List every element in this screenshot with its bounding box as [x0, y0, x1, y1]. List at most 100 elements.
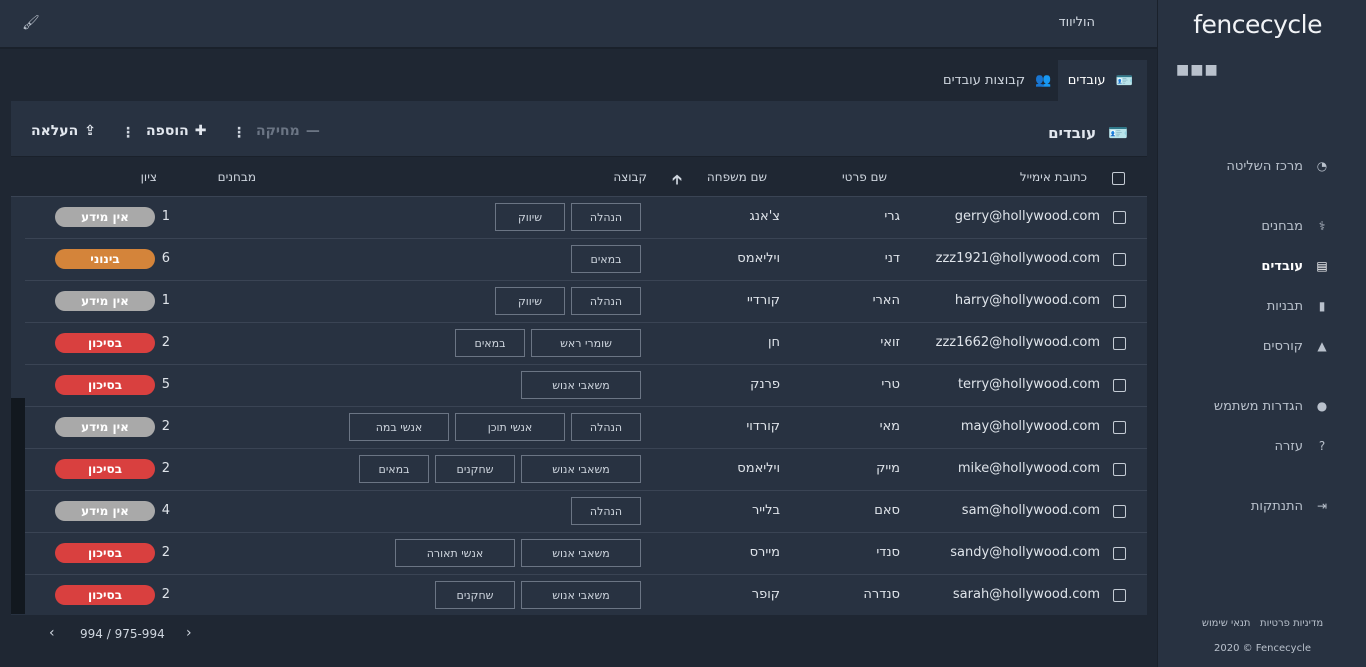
table-row[interactable]: gerry@hollywood.com גרי צ'אנג 1 הנהלה שיווק אי…	[25, 197, 1147, 239]
first-name-cell: מייק	[876, 461, 900, 476]
row-checkbox[interactable]	[1113, 589, 1126, 602]
group-tag[interactable]: שחקנים	[435, 581, 515, 609]
email-cell: harry@hollywood.com	[954, 293, 1100, 308]
row-checkbox[interactable]	[1113, 337, 1126, 350]
add-button[interactable]: ✚ הוספה	[146, 123, 207, 139]
table-row[interactable]: mike@hollywood.com מייק ויליאמס 2 משאבי אנוש…	[25, 449, 1147, 491]
row-checkbox[interactable]	[1113, 547, 1126, 560]
group-tag[interactable]: אנשי תוכן	[455, 413, 565, 441]
sidebar-item[interactable]: ◔ מרכז השליטה	[1226, 158, 1330, 174]
sidebar-item[interactable]: ▲ קורסים	[1263, 338, 1330, 354]
chevron-right-icon[interactable]: ›	[186, 625, 192, 641]
row-checkbox[interactable]	[1113, 253, 1126, 266]
users-icon: 👥	[1035, 73, 1052, 88]
sidebar-item[interactable]: ? עזרה	[1275, 438, 1330, 454]
status-badge: בסיכון	[55, 375, 155, 395]
delete-button[interactable]: — מחיקה	[256, 123, 320, 139]
more-dots-icon[interactable]: ■■■	[1176, 62, 1219, 78]
panel-title: 🪪 עובדים	[1048, 123, 1128, 142]
privacy-link[interactable]: מדיניות פרטיות	[1260, 618, 1323, 629]
group-tag[interactable]: משאבי אנוש	[521, 539, 641, 567]
upload-button[interactable]: ⇪ העלאה	[31, 123, 96, 139]
column-tests[interactable]: מבחנים	[218, 170, 256, 184]
status-badge: אין מידע	[55, 501, 155, 521]
tab-employees[interactable]: 🪪 עובדים	[1058, 60, 1147, 101]
row-checkbox[interactable]	[1113, 211, 1126, 224]
column-first-name[interactable]: שם פרטי	[842, 170, 887, 184]
sidebar-item-label: תבניות	[1266, 298, 1303, 314]
group-tag[interactable]: הנהלה	[571, 497, 641, 525]
chevron-left-icon[interactable]: ‹	[49, 625, 55, 641]
table-row[interactable]: zzz1662@hollywood.com זואי חן 2 שומרי ראש במא…	[25, 323, 1147, 365]
row-checkbox[interactable]	[1113, 379, 1126, 392]
table-row[interactable]: zzz1921@hollywood.com דני ויליאמס 6 במאים בינ…	[25, 239, 1147, 281]
id-card-icon: 🪪	[1108, 123, 1128, 142]
sidebar-item[interactable]: ▤ עובדים	[1261, 258, 1330, 274]
group-tag[interactable]: במאים	[455, 329, 525, 357]
group-tag[interactable]: שיווק	[495, 203, 565, 231]
group-tag[interactable]: במאים	[359, 455, 429, 483]
sidebar-item[interactable]: ⚕ מבחנים	[1261, 218, 1330, 234]
group-tag[interactable]: הנהלה	[571, 203, 641, 231]
group-tag[interactable]: שיווק	[495, 287, 565, 315]
sort-arrow-up-icon[interactable]: 🡱	[672, 169, 682, 193]
last-name-cell: קורדיי	[746, 293, 780, 308]
row-checkbox[interactable]	[1113, 421, 1126, 434]
group-tag[interactable]: משאבי אנוש	[521, 371, 641, 399]
column-score[interactable]: ציון	[141, 170, 157, 184]
more-vertical-icon[interactable]: ⋮	[121, 125, 135, 141]
column-email[interactable]: כתובת אימייל	[1020, 170, 1087, 184]
last-name-cell: חן	[767, 335, 780, 350]
table-row[interactable]: sarah@hollywood.com סנדרה קופר 2 משאבי אנוש ש…	[25, 575, 1147, 617]
tests-cell: 2	[161, 335, 170, 350]
more-vertical-icon[interactable]: ⋮	[232, 125, 246, 141]
sidebar-item[interactable]: ▮ תבניות	[1267, 298, 1330, 314]
group-tag[interactable]: אנשי תאורה	[395, 539, 515, 567]
tests-cell: 5	[161, 377, 170, 392]
tests-cell: 2	[161, 461, 170, 476]
last-name-cell: ויליאמס	[737, 461, 780, 476]
group-tag[interactable]: משאבי אנוש	[521, 581, 641, 609]
table-row[interactable]: sam@hollywood.com סאם בלייר 4 הנהלה אין מידע	[25, 491, 1147, 533]
tests-cell: 4	[161, 503, 170, 518]
footer-links: מדיניות פרטיות תנאי שימוש	[1158, 618, 1366, 629]
sidebar-item[interactable]: ● הגדרות משתמש	[1214, 398, 1330, 414]
terms-link[interactable]: תנאי שימוש	[1202, 618, 1251, 629]
row-checkbox[interactable]	[1113, 505, 1126, 518]
row-checkbox[interactable]	[1113, 295, 1126, 308]
group-tag[interactable]: הנהלה	[571, 413, 641, 441]
first-name-cell: סנדי	[876, 545, 900, 560]
first-name-cell: טרי	[881, 377, 900, 392]
first-name-cell: זואי	[880, 335, 900, 350]
table-row[interactable]: sandy@hollywood.com סנדי מיירס 2 משאבי אנוש א…	[25, 533, 1147, 575]
top-bar: 🖌 הוליווד	[0, 0, 1157, 49]
column-group[interactable]: קבוצה	[613, 170, 647, 184]
select-all-checkbox[interactable]	[1112, 172, 1125, 185]
stethoscope-icon: ⚕	[1318, 219, 1326, 233]
table-row[interactable]: harry@hollywood.com הארי קורדיי 1 הנהלה שיווק…	[25, 281, 1147, 323]
file-icon: ▮	[1318, 299, 1326, 313]
column-last-name[interactable]: שם משפחה	[707, 170, 767, 184]
group-tag[interactable]: שומרי ראש	[531, 329, 641, 357]
sidebar-item-label: התנתקות	[1250, 498, 1303, 514]
tests-cell: 1	[161, 209, 170, 224]
tab-employee-groups[interactable]: 👥 קבוצות עובדים	[929, 60, 1065, 101]
group-tag[interactable]: במאים	[571, 245, 641, 273]
sidebar-item[interactable]: ⇥ התנתקות	[1251, 498, 1330, 514]
pagination-text: 994 / 975-994	[80, 627, 165, 641]
last-name-cell: מיירס	[749, 545, 780, 560]
group-tag[interactable]: שחקנים	[435, 455, 515, 483]
table-row[interactable]: may@hollywood.com מאי קורדוי 2 הנהלה אנשי תוכ…	[25, 407, 1147, 449]
upload-icon: ⇪	[84, 123, 96, 139]
row-checkbox[interactable]	[1113, 463, 1126, 476]
group-tag[interactable]: משאבי אנוש	[521, 455, 641, 483]
sidebar-item-label: עובדים	[1261, 258, 1303, 274]
group-tag[interactable]: אנשי במה	[349, 413, 449, 441]
paint-brush-icon[interactable]: 🖌	[22, 15, 40, 31]
minus-icon: —	[305, 123, 320, 139]
table-header: כתובת אימייל שם פרטי שם משפחה 🡱 קבוצה מב…	[11, 156, 1147, 197]
email-cell: zzz1921@hollywood.com	[935, 251, 1100, 266]
dashboard-icon: ◔	[1316, 159, 1328, 173]
group-tag[interactable]: הנהלה	[571, 287, 641, 315]
table-row[interactable]: terry@hollywood.com טרי פרנק 5 משאבי אנוש בסי…	[25, 365, 1147, 407]
